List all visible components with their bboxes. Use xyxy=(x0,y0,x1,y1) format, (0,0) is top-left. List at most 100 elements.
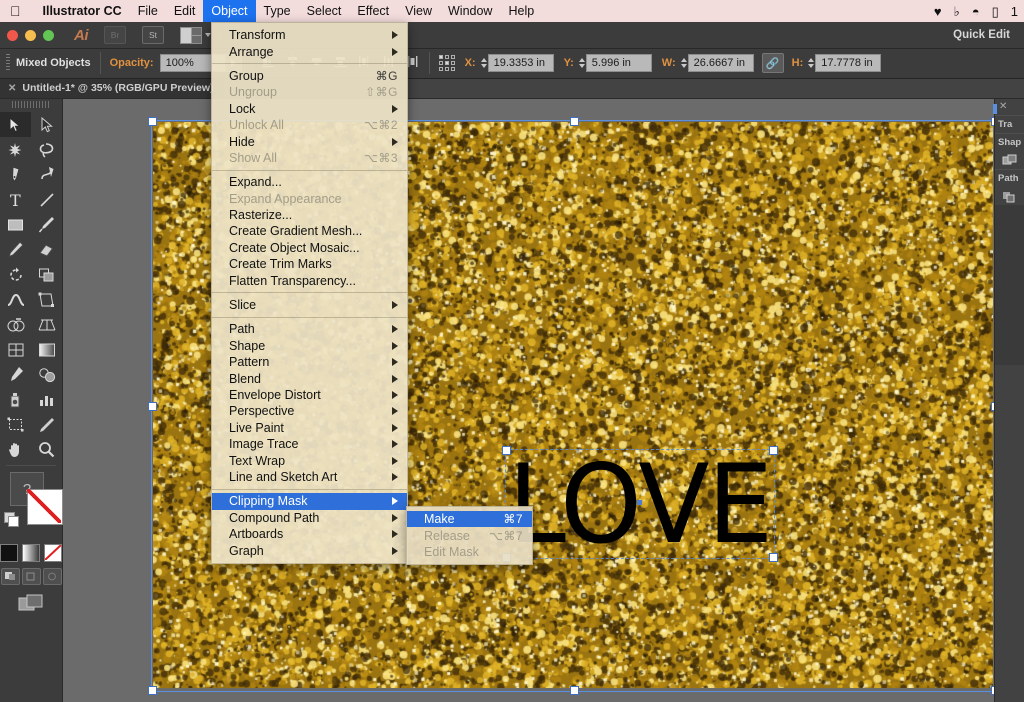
object-menu-dropdown[interactable]: Transform Arrange Group ⌘G Ungroup ⇧⌘G Lock Unl… xyxy=(211,22,408,564)
x-input[interactable]: 19.3353 in xyxy=(488,54,554,72)
blend-tool[interactable] xyxy=(31,362,62,387)
reference-point-selector[interactable] xyxy=(439,55,455,71)
menu-item-image-trace[interactable]: Image Trace xyxy=(212,436,407,452)
magic-wand-tool[interactable] xyxy=(0,137,31,162)
menu-item-group[interactable]: Group ⌘G xyxy=(212,68,407,84)
selection-handle-tl[interactable] xyxy=(148,117,157,126)
window-minimize-button[interactable] xyxy=(25,30,36,41)
bluetooth-icon[interactable]: ♭ xyxy=(954,5,960,18)
eraser-tool[interactable] xyxy=(31,237,62,262)
menu-item-create-object-mosaic[interactable]: Create Object Mosaic... xyxy=(212,240,407,256)
menu-item-select[interactable]: Select xyxy=(299,0,350,22)
menu-item-envelope-distort[interactable]: Envelope Distort xyxy=(212,387,407,403)
menu-item-rasterize[interactable]: Rasterize... xyxy=(212,207,407,223)
gradient-swatch[interactable] xyxy=(22,544,40,562)
eyedropper-tool[interactable] xyxy=(0,362,31,387)
w-stepper[interactable] xyxy=(681,58,687,68)
menu-item-flatten-transparency[interactable]: Flatten Transparency... xyxy=(212,272,407,288)
x-stepper[interactable] xyxy=(481,58,487,68)
menu-item-edit[interactable]: Edit xyxy=(166,0,204,22)
selection-tool[interactable] xyxy=(0,112,31,137)
airplay-icon[interactable]: ▯ xyxy=(992,5,999,18)
panel-transform-title[interactable]: Tra xyxy=(995,115,1024,133)
menu-item-perspective[interactable]: Perspective xyxy=(212,403,407,419)
draw-behind-mode[interactable] xyxy=(22,568,41,585)
menu-item-object[interactable]: Object xyxy=(203,0,255,22)
document-canvas[interactable]: LOVE xyxy=(62,98,1024,702)
selection-handle-bc[interactable] xyxy=(570,686,579,695)
free-transform-tool[interactable] xyxy=(31,287,62,312)
panel-shape-title[interactable]: Shap xyxy=(995,133,1024,151)
stock-button[interactable]: St xyxy=(142,26,164,44)
arrange-documents-button[interactable] xyxy=(180,27,211,44)
column-graph-tool[interactable] xyxy=(31,387,62,412)
h-stepper[interactable] xyxy=(808,58,814,68)
menu-item-expand[interactable]: Expand... xyxy=(212,174,407,190)
menu-item-line-and-sketch-art[interactable]: Line and Sketch Art xyxy=(212,469,407,485)
dropbox-icon[interactable]: ♥ xyxy=(934,5,942,18)
gradient-tool[interactable] xyxy=(31,337,62,362)
menu-item-compound-path[interactable]: Compound Path xyxy=(212,510,407,526)
window-zoom-button[interactable] xyxy=(43,30,54,41)
rotate-tool[interactable] xyxy=(0,262,31,287)
pen-tool[interactable] xyxy=(0,162,31,187)
menu-item-artboards[interactable]: Artboards xyxy=(212,526,407,542)
text-handle-tl[interactable] xyxy=(502,446,511,455)
app-name-menu[interactable]: Illustrator CC xyxy=(35,0,130,22)
menu-item-lock[interactable]: Lock xyxy=(212,101,407,117)
menu-item-create-trim-marks[interactable]: Create Trim Marks xyxy=(212,256,407,272)
draw-inside-mode[interactable] xyxy=(43,568,62,585)
shape-icon[interactable] xyxy=(995,151,1024,169)
lasso-tool[interactable] xyxy=(31,137,62,162)
y-input[interactable]: 5.996 in xyxy=(586,54,652,72)
perspective-grid-tool[interactable] xyxy=(31,312,62,337)
window-close-button[interactable] xyxy=(7,30,18,41)
menu-item-blend[interactable]: Blend xyxy=(212,370,407,386)
change-screen-mode[interactable] xyxy=(0,594,62,614)
panel-close-icon[interactable]: ✕ xyxy=(995,98,1024,115)
panel-pathfinder-title[interactable]: Path xyxy=(995,169,1024,187)
selection-handle-bl[interactable] xyxy=(148,686,157,695)
draw-normal-mode[interactable] xyxy=(1,568,20,585)
menu-item-shape[interactable]: Shape xyxy=(212,338,407,354)
h-input[interactable]: 17.7778 in xyxy=(815,54,881,72)
zoom-tool[interactable] xyxy=(31,437,62,462)
text-handle-br[interactable] xyxy=(769,553,778,562)
stroke-swatch[interactable] xyxy=(27,489,63,525)
swap-fill-stroke-icon[interactable] xyxy=(4,512,18,526)
menu-item-effect[interactable]: Effect xyxy=(349,0,397,22)
mesh-tool[interactable] xyxy=(0,337,31,362)
control-bar-gripper[interactable] xyxy=(6,54,10,72)
curvature-tool[interactable] xyxy=(31,162,62,187)
none-swatch[interactable] xyxy=(44,544,62,562)
selection-handle-tc[interactable] xyxy=(570,117,579,126)
submenu-item-make[interactable]: Make ⌘7 xyxy=(407,511,532,527)
selection-handle-ml[interactable] xyxy=(148,402,157,411)
type-tool[interactable]: T xyxy=(0,187,31,212)
line-segment-tool[interactable] xyxy=(31,187,62,212)
menu-item-clipping-mask[interactable]: Clipping Mask xyxy=(212,493,407,509)
paintbrush-tool[interactable] xyxy=(31,212,62,237)
close-icon[interactable]: ✕ xyxy=(8,83,16,94)
menu-item-file[interactable]: File xyxy=(130,0,166,22)
bridge-button[interactable]: Br xyxy=(104,26,126,44)
link-proportions-icon[interactable]: 🔗 xyxy=(762,53,784,73)
text-handle-tr[interactable] xyxy=(769,446,778,455)
menu-item-pattern[interactable]: Pattern xyxy=(212,354,407,370)
clipping-mask-submenu[interactable]: Make ⌘7 Release ⌥⌘7 Edit Mask xyxy=(406,506,533,565)
menu-item-slice[interactable]: Slice xyxy=(212,297,407,313)
menu-item-hide[interactable]: Hide xyxy=(212,133,407,149)
tools-panel-gripper[interactable] xyxy=(12,101,50,108)
menu-item-help[interactable]: Help xyxy=(500,0,542,22)
workspace-switcher[interactable]: Quick Edit xyxy=(953,29,1010,41)
menu-item-arrange[interactable]: Arrange xyxy=(212,43,407,59)
menu-item-create-gradient-mesh[interactable]: Create Gradient Mesh... xyxy=(212,223,407,239)
menu-item-graph[interactable]: Graph xyxy=(212,542,407,558)
hand-tool[interactable] xyxy=(0,437,31,462)
apple-icon[interactable]:  xyxy=(10,4,21,18)
rectangle-tool[interactable] xyxy=(0,212,31,237)
scale-tool[interactable] xyxy=(31,262,62,287)
slice-tool[interactable] xyxy=(31,412,62,437)
width-tool[interactable] xyxy=(0,287,31,312)
color-swatch[interactable] xyxy=(0,544,18,562)
